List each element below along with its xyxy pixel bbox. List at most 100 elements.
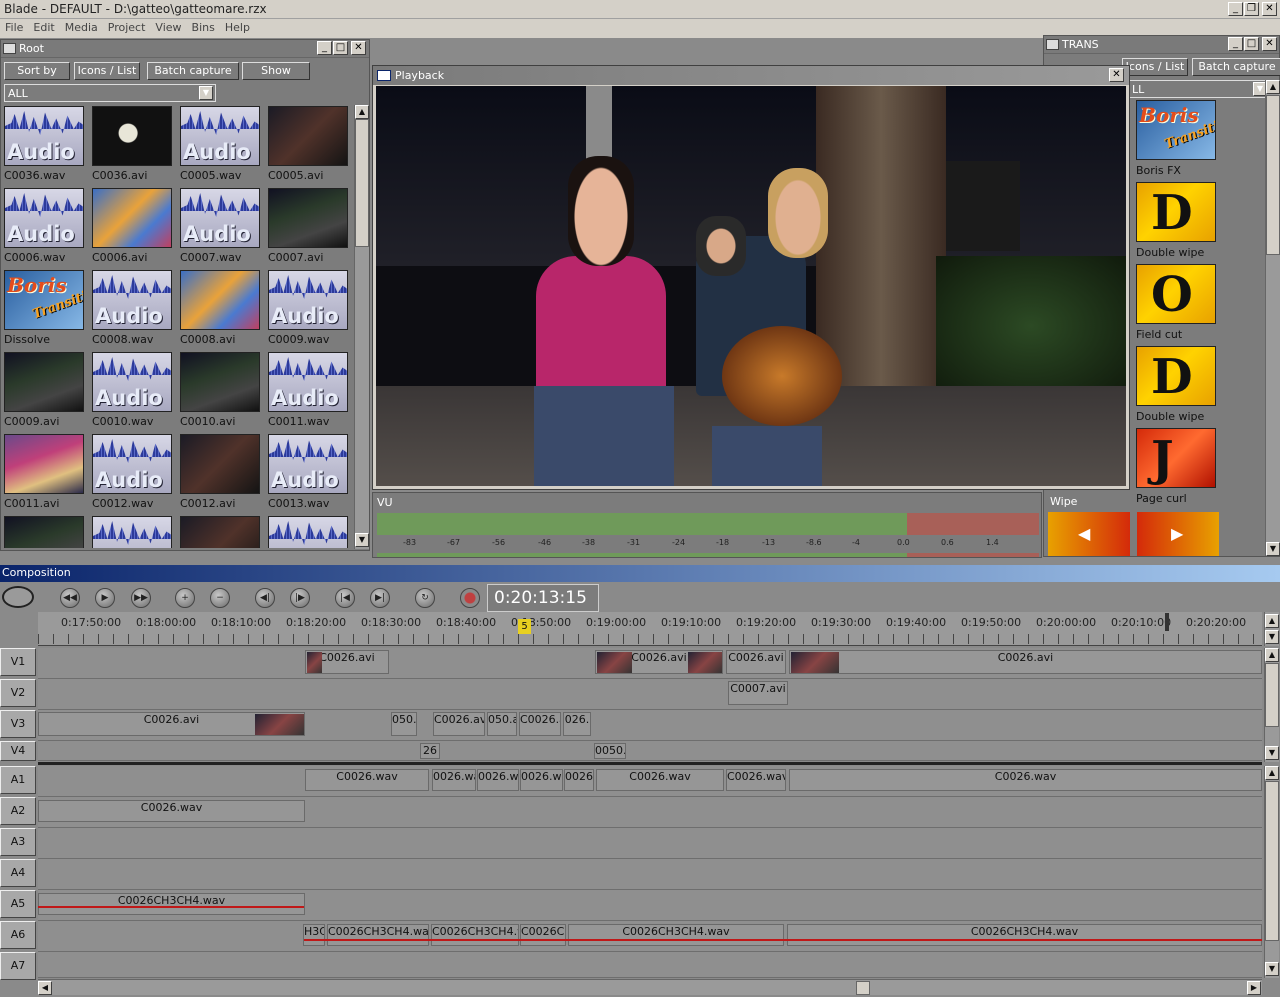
volume-line[interactable]: [38, 906, 304, 908]
clip[interactable]: C0026CH3CH4.wav: [38, 893, 305, 915]
track-header-v3[interactable]: V3: [0, 710, 36, 738]
scroll-down-icon[interactable]: ▼: [1265, 630, 1279, 644]
scroll-thumb[interactable]: [856, 981, 870, 995]
clip[interactable]: C0007.avi: [728, 681, 788, 705]
clip[interactable]: C0026CH3CH4.wav: [787, 924, 1262, 946]
clip[interactable]: C0026.avi: [433, 712, 485, 736]
video-thumbnail[interactable]: [180, 270, 260, 330]
lane-v4[interactable]: [38, 741, 1262, 761]
lane-a4[interactable]: [38, 859, 1262, 890]
video-thumbnail[interactable]: [4, 434, 84, 494]
boris-fx-thumbnail[interactable]: Boris Transition: [1136, 100, 1216, 160]
video-thumbnail[interactable]: [268, 188, 348, 248]
clip[interactable]: C0026.avi: [519, 712, 561, 736]
audio-thumbnail[interactable]: Audio: [268, 516, 348, 548]
audio-thumbnail[interactable]: Audio: [268, 352, 348, 412]
track-header-a3[interactable]: A3: [0, 828, 36, 856]
audio-thumbnail[interactable]: Audio: [4, 106, 84, 166]
track-header-a1[interactable]: A1: [0, 766, 36, 794]
close-icon[interactable]: ✕: [351, 41, 366, 55]
video-tracks-scrollbar[interactable]: ▲ ▼: [1264, 648, 1279, 762]
ruler-scroll[interactable]: ▲ ▼: [1264, 612, 1279, 646]
track-header-v4[interactable]: V4: [0, 741, 36, 761]
audio-thumbnail[interactable]: Audio: [92, 270, 172, 330]
loop-icon[interactable]: ↻: [415, 588, 435, 608]
clip[interactable]: C0026.avi: [789, 650, 1262, 674]
scroll-thumb[interactable]: [1265, 663, 1279, 727]
close-icon[interactable]: ✕: [1262, 37, 1277, 51]
go-to-end-icon[interactable]: ▶|: [370, 588, 390, 608]
trans-filter-select[interactable]: LL ▼: [1128, 80, 1269, 98]
audio-thumbnail[interactable]: Audio: [92, 352, 172, 412]
record-icon[interactable]: [460, 588, 480, 608]
lane-a7[interactable]: [38, 952, 1262, 978]
menu-bins[interactable]: Bins: [187, 19, 220, 36]
scroll-down-icon[interactable]: ▼: [1265, 962, 1279, 976]
bin-filter-select[interactable]: ALL ▼: [4, 84, 216, 102]
clip[interactable]: C0026.avi: [595, 650, 723, 674]
mark-in-icon[interactable]: ◀|: [255, 588, 275, 608]
clip[interactable]: C0026CH3CH4: [520, 924, 566, 946]
track-header-a7[interactable]: A7: [0, 952, 36, 980]
fast-forward-icon[interactable]: ▶▶: [131, 588, 151, 608]
volume-line[interactable]: [304, 939, 1262, 941]
track-header-a6[interactable]: A6: [0, 921, 36, 949]
audio-thumbnail[interactable]: Audio: [180, 106, 260, 166]
sort-by-button[interactable]: Sort by: [4, 62, 70, 80]
trans-vertical-scrollbar[interactable]: ▲ ▼: [1265, 80, 1280, 556]
clip[interactable]: 050.a: [487, 712, 517, 736]
audio-tracks-scrollbar[interactable]: ▲ ▼: [1264, 766, 1279, 978]
clip[interactable]: H3C: [303, 924, 325, 946]
audio-thumbnail[interactable]: Audio: [180, 188, 260, 248]
clip[interactable]: 0026.w: [564, 769, 594, 791]
clip[interactable]: C0026.avi: [305, 650, 389, 674]
wipe-thumbnail-2[interactable]: ▶: [1137, 512, 1219, 556]
track-header-a5[interactable]: A5: [0, 890, 36, 918]
scroll-right-icon[interactable]: ▶: [1247, 981, 1261, 995]
playhead[interactable]: [1165, 613, 1169, 631]
scroll-down-icon[interactable]: ▼: [1266, 542, 1280, 556]
root-vertical-scrollbar[interactable]: ▲ ▼: [354, 105, 369, 549]
video-thumbnail[interactable]: [180, 352, 260, 412]
maximize-icon[interactable]: □: [333, 41, 348, 55]
clip[interactable]: C0026.avi: [726, 650, 786, 674]
audio-thumbnail[interactable]: Audio: [4, 188, 84, 248]
video-thumbnail[interactable]: [92, 188, 172, 248]
show-button[interactable]: Show: [242, 62, 310, 80]
scroll-left-icon[interactable]: ◀: [38, 981, 52, 995]
lane-v2[interactable]: [38, 679, 1262, 710]
track-header-v1[interactable]: V1: [0, 648, 36, 676]
menu-help[interactable]: Help: [220, 19, 255, 36]
clip[interactable]: C0026.wav: [726, 769, 786, 791]
clip[interactable]: 26: [420, 743, 440, 759]
menu-edit[interactable]: Edit: [28, 19, 59, 36]
scroll-thumb[interactable]: [1265, 781, 1279, 941]
mark-out-icon[interactable]: |▶: [290, 588, 310, 608]
video-thumbnail[interactable]: [268, 106, 348, 166]
video-thumbnail[interactable]: [180, 516, 260, 548]
video-thumbnail[interactable]: [180, 434, 260, 494]
boris-transition-thumbnail[interactable]: Boris Transition: [4, 270, 84, 330]
clip[interactable]: 050.: [391, 712, 417, 736]
audio-thumbnail[interactable]: Audio: [92, 434, 172, 494]
transition-thumbnail[interactable]: D: [1136, 346, 1216, 406]
audio-thumbnail[interactable]: Audio: [92, 516, 172, 548]
play-icon[interactable]: ▶: [95, 588, 115, 608]
zoom-in-icon[interactable]: +: [175, 588, 195, 608]
menu-media[interactable]: Media: [60, 19, 103, 36]
lane-a3[interactable]: [38, 828, 1262, 859]
scroll-up-icon[interactable]: ▲: [1265, 614, 1279, 628]
transition-thumbnail[interactable]: J: [1136, 428, 1216, 488]
clip[interactable]: C0026.wav: [38, 800, 305, 822]
video-thumbnail[interactable]: [92, 106, 172, 166]
clip[interactable]: 0026.wav: [432, 769, 476, 791]
scroll-up-icon[interactable]: ▲: [1266, 80, 1280, 94]
scroll-thumb[interactable]: [1266, 95, 1280, 255]
icons-list-button[interactable]: Icons / List: [1122, 58, 1188, 76]
clip[interactable]: C0026CH3CH4.wav: [327, 924, 429, 946]
timeline-horizontal-scrollbar[interactable]: ◀ ▶: [38, 979, 1262, 995]
scroll-thumb[interactable]: [355, 119, 369, 247]
clip[interactable]: 0026.wav: [520, 769, 563, 791]
clip[interactable]: C0026.wav: [789, 769, 1262, 791]
menu-view[interactable]: View: [150, 19, 186, 36]
